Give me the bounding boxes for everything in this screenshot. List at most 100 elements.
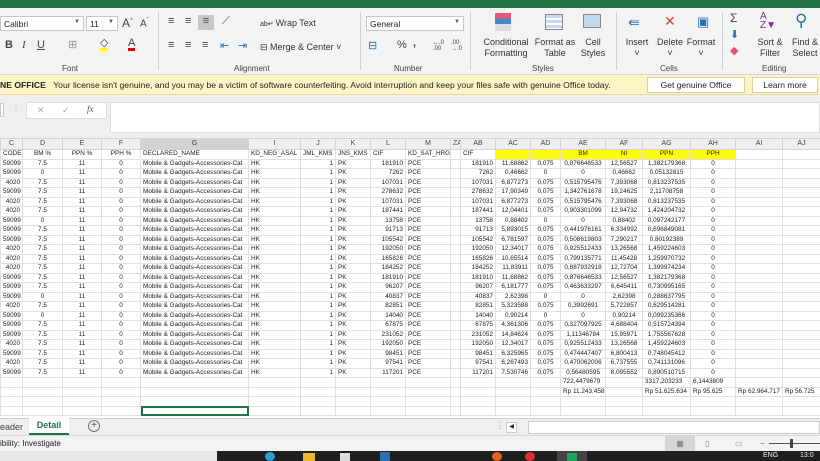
header-cell-l[interactable]: CIF xyxy=(370,149,406,160)
cell-za[interactable] xyxy=(450,215,461,226)
cell-ai[interactable] xyxy=(735,377,783,388)
cell-af[interactable]: 0,46662 xyxy=(605,168,643,179)
cell-ac[interactable]: 10,65514 xyxy=(495,253,531,264)
cell-af[interactable]: 15,95971 xyxy=(605,329,643,340)
cell-ai[interactable] xyxy=(735,168,783,179)
cell-za[interactable] xyxy=(450,253,461,264)
cell-e[interactable]: 11 xyxy=(62,215,102,226)
cell-k[interactable]: PK xyxy=(335,367,371,378)
tab-splitter[interactable]: ⋮ xyxy=(496,421,504,430)
cell-m[interactable]: PCE xyxy=(405,282,451,293)
cell-ab[interactable]: 67875 xyxy=(460,320,496,331)
column-header-ag[interactable]: AG xyxy=(642,138,691,150)
cell-aj[interactable] xyxy=(782,329,820,340)
cell-ai[interactable] xyxy=(735,367,783,378)
cell-ac[interactable]: 11,83911 xyxy=(495,263,531,274)
cell-ab[interactable]: 98451 xyxy=(460,348,496,359)
cell-ag[interactable]: 1,459224603 xyxy=(642,339,691,350)
cell-d[interactable]: 0 xyxy=(22,310,63,321)
cell-ac[interactable]: 5,893015 xyxy=(495,225,531,236)
cell-za[interactable] xyxy=(450,367,461,378)
cell-ah[interactable]: 0 xyxy=(690,253,736,264)
cell-ah[interactable]: 0 xyxy=(690,158,736,169)
cell-m[interactable]: PCE xyxy=(405,206,451,217)
cell-styles-button[interactable]: Cell Styles xyxy=(578,37,608,59)
cell-f[interactable]: 0 xyxy=(101,301,141,312)
cell-af[interactable]: 7,290217 xyxy=(605,234,643,245)
cell-g[interactable]: Mobile & Gadgets-Accessories-Cat xyxy=(140,225,249,236)
cell-ac[interactable]: 7,530746 xyxy=(495,367,531,378)
header-cell-i[interactable]: KD_NEG_ASAL xyxy=(248,149,301,160)
cell-l[interactable]: 181910 xyxy=(370,158,406,169)
align-right-icon[interactable]: ≡ xyxy=(202,39,208,51)
cell-ad[interactable] xyxy=(530,396,561,407)
cell-ae[interactable]: 0,925512433 xyxy=(560,339,606,350)
cell-e[interactable]: 11 xyxy=(62,358,102,369)
cell-d[interactable]: 7.5 xyxy=(22,253,63,264)
column-header-af[interactable]: AF xyxy=(605,138,643,150)
wrap-text-button[interactable]: ab↵ Wrap Text xyxy=(260,18,316,30)
cell-ag[interactable]: 1,424204732 xyxy=(642,206,691,217)
cell-g[interactable]: Mobile & Gadgets-Accessories-Cat xyxy=(140,282,249,293)
cell-k[interactable]: PK xyxy=(335,215,371,226)
cell-f[interactable]: 0 xyxy=(101,168,141,179)
cell-ah[interactable]: Rp 95.625 xyxy=(690,386,736,397)
cell-ag[interactable]: Rp 51.625.634 xyxy=(642,386,691,397)
cell-f[interactable]: 0 xyxy=(101,358,141,369)
cell-e[interactable]: 11 xyxy=(62,291,102,302)
cell-f[interactable]: 0 xyxy=(101,282,141,293)
cell-ab[interactable]: 181910 xyxy=(460,158,496,169)
cell-ai[interactable] xyxy=(735,263,783,274)
header-cell-c[interactable]: CODE xyxy=(0,149,23,160)
cell-j[interactable] xyxy=(300,386,336,397)
cell-za[interactable] xyxy=(450,358,461,369)
cell-g[interactable]: Mobile & Gadgets-Accessories-Cat xyxy=(140,158,249,169)
cell-aj[interactable] xyxy=(782,291,820,302)
cell-ad[interactable]: 0 xyxy=(530,291,561,302)
cell-f[interactable]: 0 xyxy=(101,225,141,236)
cell-ae[interactable]: 0 xyxy=(560,168,606,179)
get-genuine-office-button[interactable]: Get genuine Office xyxy=(647,77,745,93)
cell-ad[interactable]: 0,075 xyxy=(530,253,561,264)
spreadsheet-grid[interactable]: CDEFGIJKLMZAABACADAEAFAGAHAIAJCODEBM %PP… xyxy=(0,138,820,416)
header-cell-k[interactable]: JNS_KMS xyxy=(335,149,371,160)
cell-g[interactable]: Mobile & Gadgets-Accessories-Cat xyxy=(140,177,249,188)
decrease-indent-icon[interactable]: ⇤ xyxy=(220,39,229,52)
cell-e[interactable]: 11 xyxy=(62,187,102,198)
cell-ab[interactable]: 187441 xyxy=(460,206,496,217)
cell-f[interactable]: 0 xyxy=(101,234,141,245)
cell-ac[interactable]: 11,68862 xyxy=(495,158,531,169)
cell-i[interactable] xyxy=(248,377,301,388)
cell-i[interactable]: HK xyxy=(248,358,301,369)
cell-aj[interactable] xyxy=(782,348,820,359)
drag-handle-icon[interactable]: ⋮ xyxy=(12,103,20,112)
cell-za[interactable] xyxy=(450,206,461,217)
cell-ai[interactable] xyxy=(735,253,783,264)
cell-i[interactable]: HK xyxy=(248,263,301,274)
column-header-c[interactable]: C xyxy=(0,138,23,150)
italic-icon[interactable]: I xyxy=(22,39,26,51)
cell-d[interactable]: 7.5 xyxy=(22,234,63,245)
cell-i[interactable]: HK xyxy=(248,272,301,283)
cell-ac[interactable]: 6,267493 xyxy=(495,358,531,369)
page-layout-view-icon[interactable]: ▯ xyxy=(705,436,709,451)
cell-m[interactable]: PCE xyxy=(405,263,451,274)
cell-ab[interactable]: 165826 xyxy=(460,253,496,264)
cell-ac[interactable]: 12,04401 xyxy=(495,206,531,217)
cell-ae[interactable]: 0,508619803 xyxy=(560,234,606,245)
cell-j[interactable]: 1 xyxy=(300,291,336,302)
cell-ad[interactable]: 0,075 xyxy=(530,320,561,331)
cell-ad[interactable]: 0,075 xyxy=(530,358,561,369)
cell-d[interactable]: 7.5 xyxy=(22,282,63,293)
cell-f[interactable]: 0 xyxy=(101,310,141,321)
cell-f[interactable] xyxy=(101,377,141,388)
cell-ai[interactable] xyxy=(735,339,783,350)
cell-ad[interactable] xyxy=(530,405,561,416)
cell-i[interactable]: HK xyxy=(248,177,301,188)
format-as-table-button[interactable]: Format as Table xyxy=(533,37,577,59)
cell-f[interactable]: 0 xyxy=(101,291,141,302)
cell-aj[interactable] xyxy=(782,310,820,321)
cell-ah[interactable] xyxy=(690,405,736,416)
cell-ab[interactable]: 96207 xyxy=(460,282,496,293)
cell-ag[interactable]: 0,696849081 xyxy=(642,225,691,236)
